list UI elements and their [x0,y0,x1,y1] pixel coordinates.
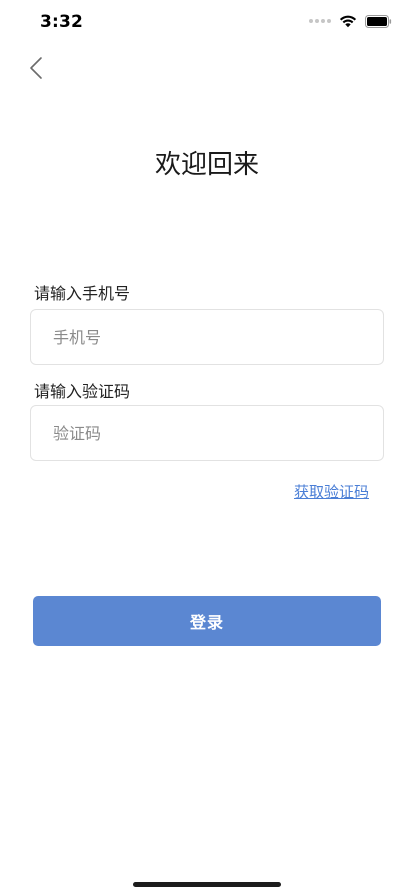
status-indicators [309,14,392,28]
get-code-link[interactable]: 获取验证码 [294,481,369,502]
cellular-signal-icon [309,19,331,23]
phone-label: 请输入手机号 [34,284,131,303]
status-time: 3:32 [40,12,84,32]
home-indicator [133,882,281,887]
status-bar: 3:32 [0,0,414,44]
verification-code-input[interactable] [30,405,384,461]
chevron-left-icon [30,57,42,79]
back-button[interactable] [20,52,52,84]
wifi-icon [339,15,357,28]
battery-icon [365,14,392,28]
phone-input[interactable] [30,309,384,365]
code-label: 请输入验证码 [34,382,131,401]
page-title: 欢迎回来 [154,150,259,180]
login-button[interactable]: 登录 [33,596,381,646]
